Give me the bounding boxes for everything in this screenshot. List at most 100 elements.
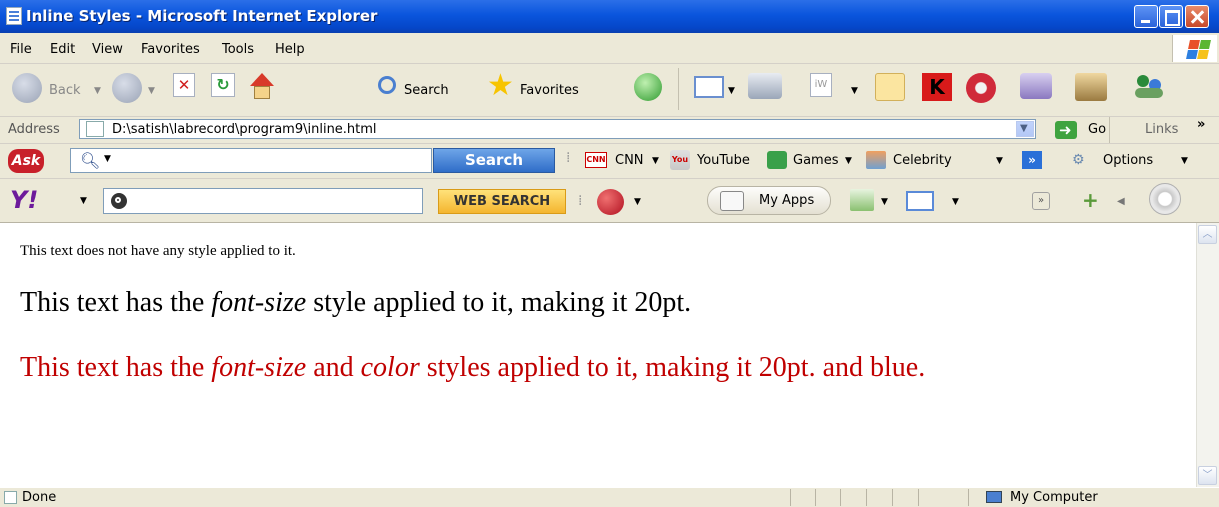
status-divider [918, 489, 919, 506]
ask-search-button[interactable]: Search [433, 148, 555, 173]
maximize-button[interactable] [1159, 5, 1183, 28]
ask-link-games[interactable]: Games [793, 153, 838, 168]
scroll-left-icon[interactable]: ◀ [1117, 196, 1125, 207]
yahoo-more-button[interactable]: » [1032, 192, 1050, 210]
messenger-icon[interactable] [1020, 73, 1052, 99]
yahoo-dropdown-icon[interactable]: ▼ [80, 196, 87, 206]
page-icon [86, 121, 104, 137]
myapps-label[interactable]: My Apps [759, 193, 814, 208]
go-button-label[interactable]: Go [1088, 122, 1106, 137]
mail-icon[interactable] [694, 76, 724, 98]
forward-arrow-icon[interactable] [112, 73, 142, 103]
status-divider [866, 489, 867, 506]
ask-link-youtube[interactable]: YouTube [697, 153, 750, 168]
contacts-icon[interactable] [1133, 73, 1167, 101]
history-icon[interactable] [634, 73, 662, 101]
settings-gear-icon[interactable] [1149, 183, 1181, 215]
ask-grip-icon: ⁞ [566, 150, 571, 166]
mail-dropdown-icon[interactable]: ▼ [728, 86, 735, 96]
menu-tools[interactable]: Tools [222, 42, 254, 57]
bookmark-icon[interactable] [850, 189, 874, 211]
antispy-dropdown-icon[interactable]: ▼ [634, 197, 641, 207]
add-icon[interactable]: + [1082, 188, 1099, 212]
line3-text-d: color [360, 352, 420, 383]
youtube-icon[interactable]: You [670, 150, 690, 170]
links-chevron-icon[interactable]: » [1197, 117, 1205, 132]
celebrity-dropdown-icon[interactable]: ▼ [996, 156, 1003, 166]
status-divider [815, 489, 816, 506]
ask-search-input[interactable] [70, 148, 432, 173]
line3-text-a: This text has the [20, 352, 212, 383]
ask-link-cnn[interactable]: CNN [615, 153, 644, 168]
games-icon[interactable] [767, 151, 787, 169]
myapps-icon [720, 191, 744, 211]
back-arrow-icon[interactable] [12, 73, 42, 103]
research-icon[interactable] [1075, 73, 1107, 101]
status-divider [892, 489, 893, 506]
ask-search-icon[interactable]: 🔍︎ [80, 151, 100, 170]
back-button-label[interactable]: Back [49, 83, 81, 98]
back-dropdown-icon[interactable]: ▼ [94, 86, 101, 96]
refresh-icon[interactable]: ↻ [211, 73, 235, 97]
yahoo-mail-icon[interactable] [906, 191, 934, 211]
bookmark-dropdown-icon[interactable]: ▼ [881, 197, 888, 207]
ask-link-celebrity[interactable]: Celebrity [893, 153, 952, 168]
status-divider [840, 489, 841, 506]
games-dropdown-icon[interactable]: ▼ [845, 156, 852, 166]
scroll-up-button[interactable]: ︿ [1198, 225, 1217, 244]
menu-file[interactable]: File [10, 42, 32, 57]
home-icon[interactable] [247, 73, 277, 101]
search-icon[interactable] [378, 76, 396, 94]
yahoo-search-input[interactable] [103, 188, 423, 214]
windows-logo-icon [1172, 35, 1217, 62]
address-label: Address [8, 122, 60, 137]
line2-text-b: font-size [211, 287, 307, 318]
print-icon[interactable] [748, 73, 782, 99]
font-size-color-paragraph: This text has the font-size and color st… [20, 349, 1180, 387]
yahoo-grip-icon: ⁞ [578, 193, 583, 209]
ask-logo[interactable]: Ask [8, 149, 44, 173]
edit-icon[interactable]: iW [810, 73, 832, 97]
cnn-icon[interactable]: CNN [585, 152, 607, 168]
menu-favorites[interactable]: Favorites [141, 42, 200, 57]
blocker-icon[interactable] [966, 73, 996, 103]
ie-page-icon [6, 7, 22, 25]
window-title: Inline Styles - Microsoft Internet Explo… [26, 7, 378, 25]
stop-icon[interactable]: ✕ [173, 73, 195, 97]
go-arrow-icon[interactable]: ➜ [1055, 121, 1077, 139]
menu-help[interactable]: Help [275, 42, 305, 57]
mail-dropdown-icon-2[interactable]: ▼ [952, 197, 959, 207]
kaspersky-icon[interactable]: K [922, 73, 952, 101]
vertical-scrollbar[interactable] [1196, 223, 1219, 487]
discuss-icon[interactable] [875, 73, 905, 101]
options-gear-icon[interactable]: ⚙ [1072, 152, 1085, 168]
line3-text-b: font-size [211, 352, 307, 383]
my-computer-icon [986, 491, 1002, 503]
ask-options-button[interactable]: Options [1103, 153, 1153, 168]
yahoo-antispy-icon[interactable] [597, 189, 624, 215]
celebrity-icon[interactable] [866, 151, 886, 169]
scroll-down-button[interactable]: ﹀ [1198, 466, 1217, 485]
ask-more-icon[interactable]: » [1022, 151, 1042, 169]
minimize-button[interactable] [1134, 5, 1158, 28]
close-button[interactable] [1185, 5, 1209, 28]
address-dropdown-icon[interactable]: ▼ [1016, 121, 1034, 137]
cnn-dropdown-icon[interactable]: ▼ [652, 156, 659, 166]
status-divider [968, 489, 969, 506]
ask-search-dropdown-icon[interactable]: ▼ [104, 154, 111, 164]
menu-edit[interactable]: Edit [50, 42, 75, 57]
line3-text-e: styles applied to it, making it 20pt. an… [419, 352, 926, 383]
options-dropdown-icon[interactable]: ▼ [1181, 156, 1188, 166]
status-divider [790, 489, 791, 506]
favorites-button-label[interactable]: Favorites [520, 83, 579, 98]
favorites-star-icon[interactable]: ★ [487, 71, 514, 101]
links-label[interactable]: Links [1145, 122, 1178, 137]
address-url[interactable]: D:\satish\labrecord\program9\inline.html [112, 122, 377, 137]
line2-text-c: style applied to it, making it 20pt. [306, 287, 692, 318]
forward-dropdown-icon[interactable]: ▼ [148, 86, 155, 96]
yahoo-logo[interactable]: Y! [10, 186, 38, 214]
edit-dropdown-icon[interactable]: ▼ [851, 86, 858, 96]
search-button-label[interactable]: Search [404, 83, 449, 98]
menu-view[interactable]: View [92, 42, 123, 57]
yahoo-web-search-button[interactable]: WEB SEARCH [438, 189, 566, 214]
